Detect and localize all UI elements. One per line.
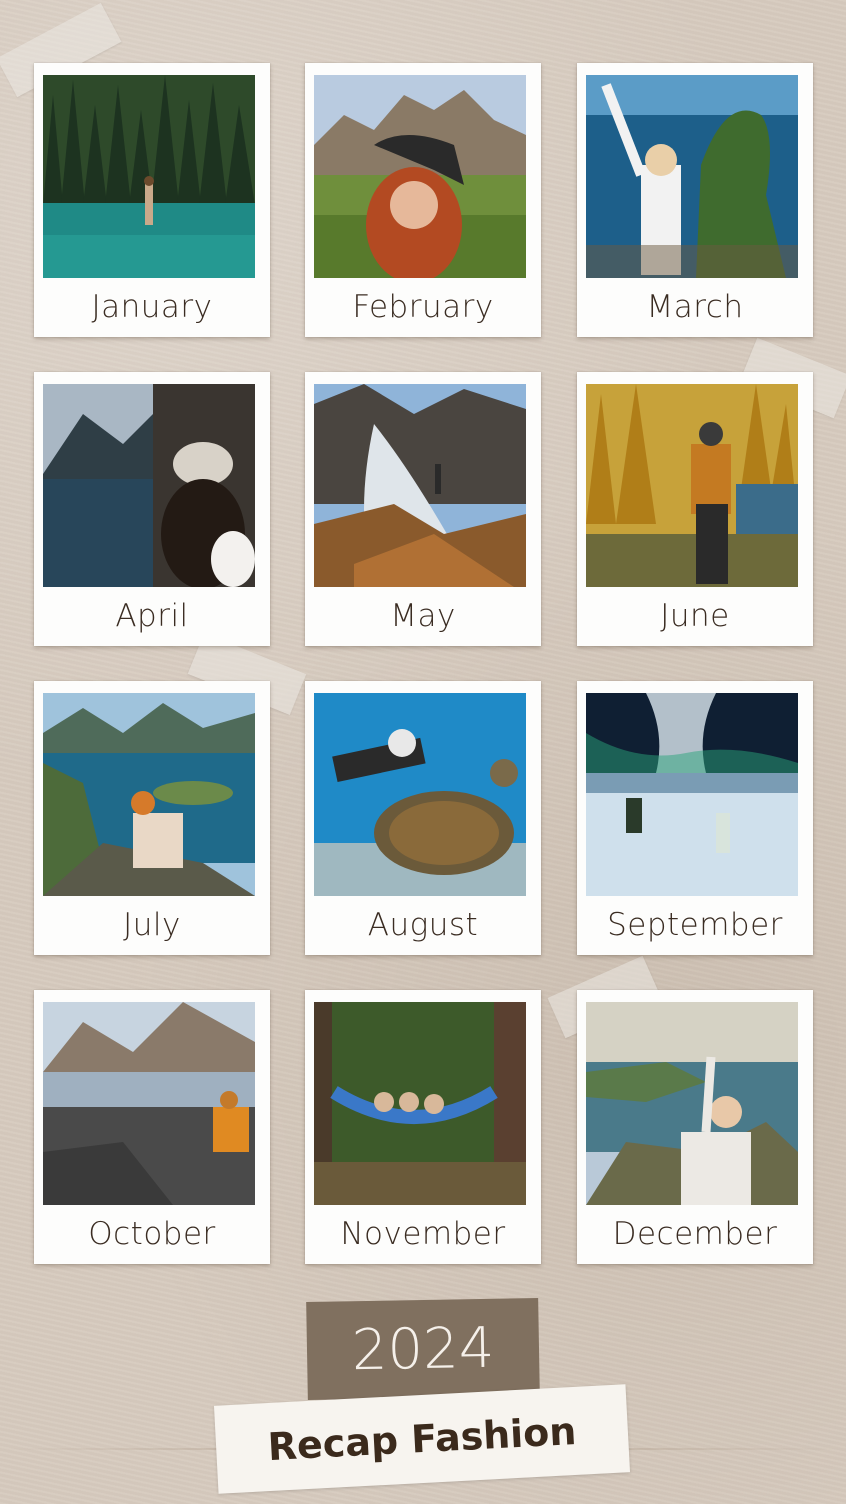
caption-january: January [91, 289, 213, 325]
polaroid-april[interactable]: April [34, 372, 270, 646]
caption-december: December [612, 1216, 778, 1252]
polaroid-july[interactable]: July [34, 681, 270, 955]
photo-january [43, 75, 255, 278]
photo-september [586, 693, 798, 896]
polaroid-june[interactable]: June [577, 372, 813, 646]
polaroid-august[interactable]: August [305, 681, 541, 955]
polaroid-january[interactable]: January [34, 63, 270, 337]
polaroid-september[interactable]: September [577, 681, 813, 955]
caption-july: July [123, 907, 181, 943]
photo-april [43, 384, 255, 587]
polaroid-march[interactable]: March [577, 63, 813, 337]
polaroid-may[interactable]: May [305, 372, 541, 646]
caption-august: August [367, 907, 479, 943]
polaroid-november[interactable]: November [305, 990, 541, 1264]
photo-august [314, 693, 526, 896]
polaroid-october[interactable]: October [34, 990, 270, 1264]
caption-october: October [88, 1216, 216, 1252]
polaroid-december[interactable]: December [577, 990, 813, 1264]
photo-july [43, 693, 255, 896]
caption-march: March [646, 289, 744, 325]
photo-december [586, 1002, 798, 1205]
caption-september: September [607, 907, 783, 943]
photo-november [314, 1002, 526, 1205]
caption-april: April [115, 598, 189, 634]
photo-june [586, 384, 798, 587]
polaroid-february[interactable]: February [305, 63, 541, 337]
caption-february: February [352, 289, 494, 325]
recap-title: Recap Fashion [213, 1384, 631, 1494]
caption-november: November [340, 1216, 506, 1252]
caption-may: May [390, 598, 456, 634]
photo-may [314, 384, 526, 587]
year-label: 2024 [306, 1297, 540, 1401]
caption-june: June [660, 598, 730, 634]
photo-march [586, 75, 798, 278]
photo-october [43, 1002, 255, 1205]
photo-february [314, 75, 526, 278]
